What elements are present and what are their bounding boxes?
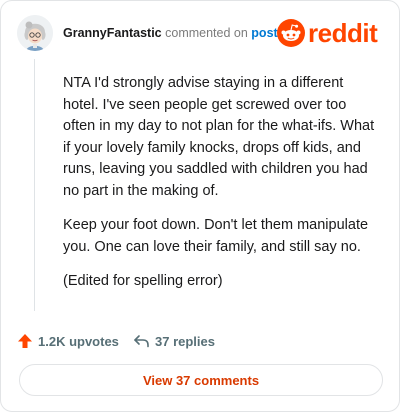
comment-meta: GrannyFantastic commented on post (63, 26, 278, 40)
reply-count: 37 replies (155, 333, 215, 349)
reddit-logo[interactable]: reddit (277, 17, 385, 49)
reply-arrow-icon (134, 335, 149, 348)
reddit-wordmark: reddit (308, 18, 378, 48)
post-link[interactable]: post (251, 26, 277, 40)
upvote-arrow-icon (18, 334, 32, 348)
comment-actions: 1.2K upvotes 37 replies (17, 331, 385, 351)
view-comments-button[interactable]: View 37 comments (19, 364, 383, 396)
comment-header: GrannyFantastic commented on post reddit (17, 15, 385, 51)
comment-body: NTA I'd strongly advise staying in a dif… (63, 73, 381, 306)
comment-card: GrannyFantastic commented on post reddit… (0, 0, 400, 412)
granny-avatar-icon (17, 15, 53, 51)
comment-paragraph-3: (Edited for spelling error) (63, 273, 223, 289)
reply-button[interactable]: 37 replies (133, 331, 215, 351)
username[interactable]: GrannyFantastic (63, 26, 162, 40)
comment-paragraph-1: NTA I'd strongly advise staying in a dif… (63, 75, 375, 199)
upvote-button[interactable]: 1.2K upvotes (17, 331, 119, 351)
comment-paragraph-2: Keep your foot down. Don't let them mani… (63, 217, 369, 255)
user-avatar[interactable] (17, 15, 53, 51)
action-text: commented on (165, 26, 248, 40)
upvote-count: 1.2K upvotes (38, 333, 119, 349)
thread-line (34, 59, 35, 311)
reddit-snoo-icon (277, 19, 305, 47)
